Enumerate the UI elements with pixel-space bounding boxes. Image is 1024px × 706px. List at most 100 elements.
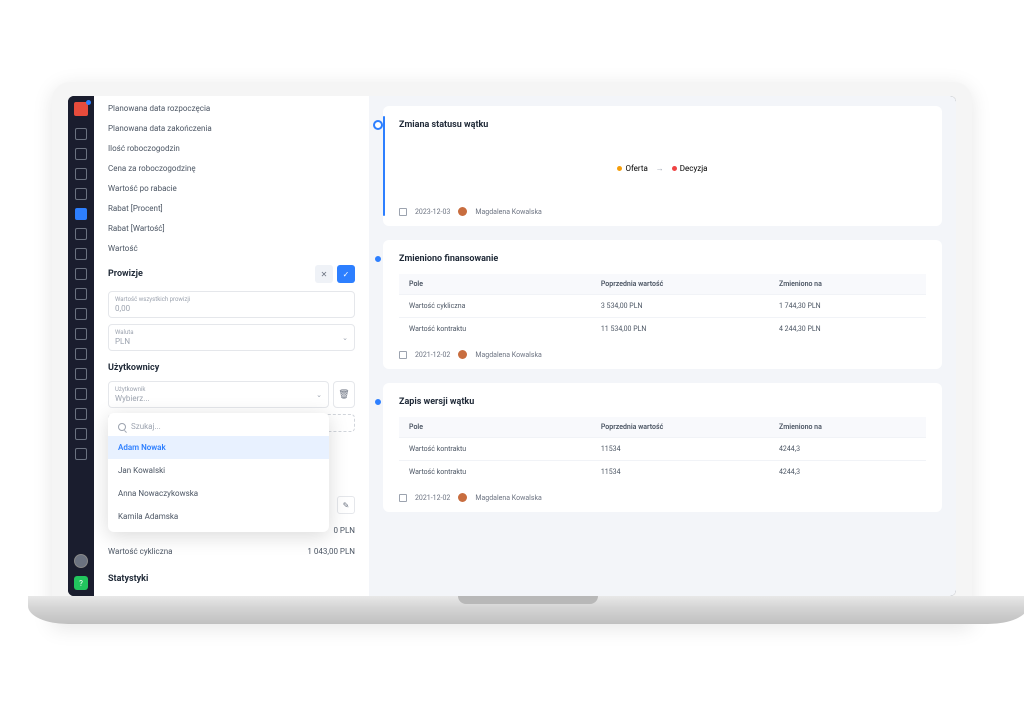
field-item[interactable]: Cena za roboczogodzinę: [108, 164, 355, 173]
commissions-total-input[interactable]: Wartość wszystkich prowizji 0,00: [108, 291, 355, 318]
table-row: Wartość kontraktu 11534 4244,3: [399, 460, 926, 483]
dropdown-option[interactable]: Kamila Adamska: [108, 505, 329, 528]
users-title: Użytkownicy: [108, 363, 159, 373]
field-item[interactable]: Rabat [Procent]: [108, 204, 355, 213]
table-header: Zmieniono na: [779, 423, 916, 431]
timeline-date: 2023-12-03: [415, 208, 450, 216]
nav-team[interactable]: [75, 408, 87, 420]
input-label: Wartość wszystkich prowizji: [115, 296, 348, 303]
timeline-author: Magdalena Kowalska: [475, 208, 541, 216]
timeline-dot: [373, 254, 383, 264]
nav-reports[interactable]: [75, 328, 87, 340]
timeline-date: 2021-12-02: [415, 351, 450, 359]
status-dot-icon: [617, 166, 622, 171]
nav-threads[interactable]: [75, 208, 87, 220]
table-row: Wartość cykliczna 3 534,00 PLN 1 744,30 …: [399, 294, 926, 317]
nav-documents[interactable]: [75, 188, 87, 200]
notification-dot: [86, 100, 91, 105]
card-title: Zmieniono finansowanie: [399, 254, 926, 264]
app-logo[interactable]: [74, 102, 88, 116]
author-avatar: [458, 207, 467, 216]
nav-tasks[interactable]: [75, 248, 87, 260]
timeline-card: Zapis wersji wątku Pole Poprzednia warto…: [383, 383, 942, 512]
status-dot-icon: [672, 166, 677, 171]
changes-table: Pole Poprzednia wartość Zmieniono na War…: [399, 274, 926, 340]
input-label: Waluta: [115, 329, 133, 336]
cancel-button[interactable]: ✕: [315, 265, 333, 283]
dropdown-option[interactable]: Jan Kowalski: [108, 459, 329, 482]
pencil-icon: ✎: [343, 501, 350, 510]
table-header: Poprzednia wartość: [601, 280, 779, 288]
timeline-dot: [373, 397, 383, 407]
table-header: Poprzednia wartość: [601, 423, 779, 431]
input-value: 0,00: [115, 304, 348, 313]
input-value: PLN: [115, 337, 133, 346]
card-title: Zapis wersji wątku: [399, 397, 926, 407]
value-amount: 0 PLN: [333, 526, 355, 535]
app-sidebar: ?: [68, 96, 94, 596]
delete-button[interactable]: 🗑: [333, 381, 355, 408]
calendar-icon: [399, 208, 407, 216]
table-row: Wartość kontraktu 11 534,00 PLN 4 244,30…: [399, 317, 926, 340]
field-item[interactable]: Planowana data zakończenia: [108, 124, 355, 133]
currency-select[interactable]: Waluta PLN ⌄: [108, 324, 355, 351]
field-item[interactable]: Planowana data rozpoczęcia: [108, 104, 355, 113]
field-item[interactable]: Wartość: [108, 244, 355, 253]
dropdown-option[interactable]: Anna Nowaczykowska: [108, 482, 329, 505]
search-placeholder: Szukaj...: [131, 422, 161, 431]
calendar-icon: [399, 494, 407, 502]
nav-dashboard[interactable]: [75, 128, 87, 140]
status-from: Oferta: [625, 164, 647, 173]
dropdown-option[interactable]: Adam Nowak: [108, 436, 329, 459]
nav-settings[interactable]: [75, 348, 87, 360]
changes-table: Pole Poprzednia wartość Zmieniono na War…: [399, 417, 926, 483]
nav-archive[interactable]: [75, 448, 87, 460]
edit-button[interactable]: ✎: [337, 496, 355, 514]
input-placeholder: Wybierz...: [115, 394, 150, 403]
nav-integrations[interactable]: [75, 368, 87, 380]
field-list: Planowana data rozpoczęcia Planowana dat…: [108, 104, 355, 253]
cyclic-value-label: Wartość cykliczna: [108, 547, 172, 556]
field-item[interactable]: Wartość po rabacie: [108, 184, 355, 193]
help-button[interactable]: ?: [74, 576, 88, 590]
input-label: Użytkownik: [115, 386, 150, 393]
dropdown-search[interactable]: Szukaj...: [108, 417, 329, 436]
author-avatar: [458, 493, 467, 502]
calendar-icon: [399, 351, 407, 359]
stats-title: Statystyki: [108, 574, 148, 584]
nav-messages[interactable]: [75, 308, 87, 320]
commissions-title: Prowizje: [108, 269, 143, 279]
table-header: Zmieniono na: [779, 280, 916, 288]
search-icon: [118, 423, 126, 431]
arrow-right-icon: →: [656, 164, 664, 173]
timeline-accent: [383, 116, 385, 216]
nav-projects[interactable]: [75, 268, 87, 280]
nav-activity[interactable]: [75, 428, 87, 440]
form-panel: Planowana data rozpoczęcia Planowana dat…: [94, 96, 369, 596]
nav-calendar[interactable]: [75, 228, 87, 240]
card-title: Zmiana statusu wątku: [399, 120, 926, 130]
nav-companies[interactable]: [75, 168, 87, 180]
timeline-author: Magdalena Kowalska: [475, 351, 541, 359]
table-header: Pole: [409, 423, 601, 431]
confirm-button[interactable]: ✓: [337, 265, 355, 283]
nav-billing[interactable]: [75, 388, 87, 400]
author-avatar: [458, 350, 467, 359]
user-avatar[interactable]: [74, 554, 88, 568]
field-item[interactable]: Ilość roboczogodzin: [108, 144, 355, 153]
user-dropdown: Szukaj... Adam Nowak Jan Kowalski Anna N…: [108, 413, 329, 532]
status-to: Decyzja: [680, 164, 708, 173]
timeline-author: Magdalena Kowalska: [475, 494, 541, 502]
cyclic-value-amount: 1 043,00 PLN: [307, 547, 355, 556]
field-item[interactable]: Rabat [Wartość]: [108, 224, 355, 233]
chevron-down-icon: ⌄: [316, 391, 322, 399]
timeline-panel: Zmiana statusu wątku Oferta → Decyzja 20…: [369, 96, 956, 596]
trash-icon: 🗑: [338, 390, 349, 400]
chevron-down-icon: ⌄: [342, 334, 348, 342]
nav-analytics[interactable]: [75, 148, 87, 160]
nav-files[interactable]: [75, 288, 87, 300]
timeline-card: Zmiana statusu wątku Oferta → Decyzja 20…: [383, 106, 942, 226]
timeline-dot: [373, 120, 383, 130]
table-row: Wartość kontraktu 11534 4244,3: [399, 437, 926, 460]
user-select[interactable]: Użytkownik Wybierz... ⌄: [108, 381, 329, 408]
